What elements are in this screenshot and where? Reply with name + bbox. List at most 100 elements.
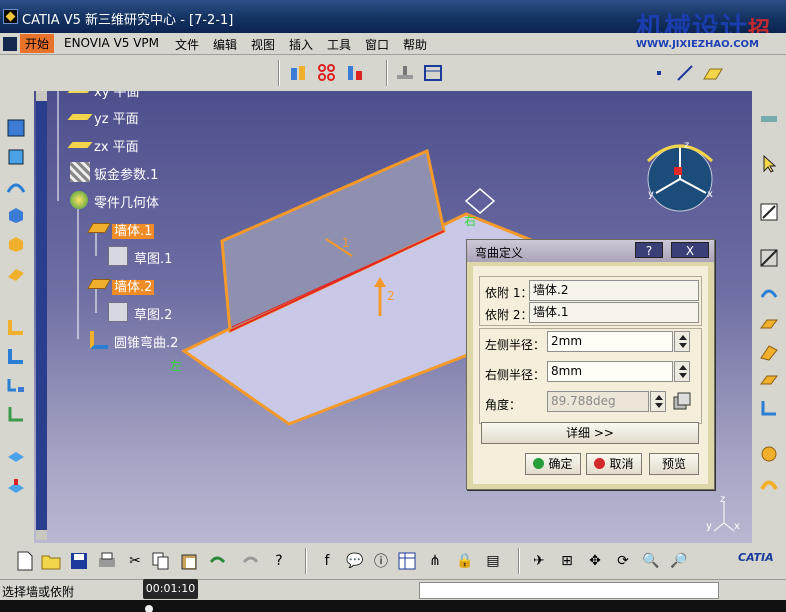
angle-spinner[interactable] xyxy=(650,391,666,412)
unfolding-icon[interactable] xyxy=(5,403,27,425)
menu-enovia[interactable]: ENOVIA V5 VPM xyxy=(64,36,159,50)
right-radius-input[interactable]: 8mm xyxy=(547,361,673,382)
tree-item-conical-bend-2[interactable]: 圆锥弯曲.2 xyxy=(114,332,178,351)
table-icon[interactable] xyxy=(396,550,418,572)
wall-tool-icon[interactable] xyxy=(288,62,310,84)
zoom-out-icon[interactable]: 🔎 xyxy=(668,550,690,572)
scroll-up-arrow[interactable] xyxy=(36,91,47,101)
whats-this-icon[interactable]: ? xyxy=(268,550,290,572)
redo-icon[interactable] xyxy=(240,550,262,572)
menu-insert[interactable]: 插入 xyxy=(289,36,313,53)
save-icon[interactable] xyxy=(68,550,90,572)
line-tool-icon[interactable] xyxy=(674,62,696,84)
fly-icon[interactable]: ✈ xyxy=(528,550,550,572)
dialog-close-button[interactable]: X xyxy=(671,242,709,258)
sheetmetal-param-icon[interactable] xyxy=(70,162,90,182)
graph-icon[interactable]: ⋔ xyxy=(424,550,446,572)
zoom-in-icon[interactable]: 🔍 xyxy=(640,550,662,572)
video-progress-bar[interactable] xyxy=(0,600,786,612)
preview-button[interactable]: 预览 xyxy=(649,453,699,475)
tree-item-wall-1[interactable]: 墙体.1 xyxy=(112,220,155,239)
catia-app-icon[interactable] xyxy=(3,9,18,24)
menu-start[interactable]: 开始 xyxy=(20,34,55,53)
open-file-icon[interactable] xyxy=(40,550,62,572)
tree-scrollbar[interactable] xyxy=(36,91,47,540)
stamp-icon[interactable] xyxy=(5,475,27,497)
details-button[interactable]: 详细 >> xyxy=(481,422,699,444)
menu-help[interactable]: 帮助 xyxy=(403,36,427,53)
sweep-icon[interactable] xyxy=(5,175,27,197)
solid-icon[interactable] xyxy=(5,204,27,226)
tree-item-sheetmetal-param[interactable]: 钣金参数.1 xyxy=(94,164,158,183)
unfold-tool-icon[interactable] xyxy=(394,62,416,84)
tree-item-sketch-2[interactable]: 草图.2 xyxy=(134,304,172,323)
pattern-tool-icon[interactable] xyxy=(316,62,338,84)
swept-wall-icon[interactable] xyxy=(758,397,780,419)
lock-icon[interactable]: 🔒 xyxy=(454,550,476,572)
angle-input[interactable]: 89.788deg xyxy=(547,391,649,412)
stamp-tool-icon[interactable] xyxy=(344,62,366,84)
dialog-title-bar[interactable]: 弯曲定义 ? X xyxy=(467,240,714,262)
conical-bend-tool-icon[interactable] xyxy=(5,345,27,367)
pan-icon[interactable]: ✥ xyxy=(584,550,606,572)
positioned-sketch-icon[interactable] xyxy=(5,146,27,168)
part-body-icon[interactable] xyxy=(70,191,90,209)
sheetmetal-parameters-icon[interactable] xyxy=(758,247,780,269)
tree-item-wall-2[interactable]: 墙体.2 xyxy=(112,276,155,295)
hopper-icon[interactable] xyxy=(5,233,27,255)
right-radius-spinner[interactable] xyxy=(674,361,690,382)
wall-on-edge-icon[interactable] xyxy=(758,341,780,363)
comment-icon[interactable]: 💬 xyxy=(344,550,366,572)
plane-tool-icon[interactable] xyxy=(702,62,724,84)
bend-icon[interactable] xyxy=(5,316,27,338)
wall-icon[interactable] xyxy=(87,275,111,293)
support-1-field[interactable]: 墙体.2 xyxy=(529,280,699,301)
catalog-icon[interactable]: ▤ xyxy=(482,550,504,572)
conical-bend-icon[interactable] xyxy=(90,331,110,349)
menu-tools[interactable]: 工具 xyxy=(327,36,351,53)
ok-button[interactable]: 确定 xyxy=(525,453,581,475)
sketch-icon[interactable] xyxy=(108,302,128,322)
flange-icon[interactable] xyxy=(5,262,27,284)
support-2-field[interactable]: 墙体.1 xyxy=(529,302,699,323)
knowledge-icon[interactable]: ⓘ xyxy=(370,550,392,572)
left-radius-input[interactable]: 2mm xyxy=(547,331,673,352)
rotate-icon[interactable]: ⟳ xyxy=(612,550,634,572)
scroll-down-arrow[interactable] xyxy=(36,530,47,540)
menu-window[interactable]: 窗口 xyxy=(365,36,389,53)
cut-out-icon[interactable] xyxy=(5,446,27,468)
tree-item-xy-plane[interactable]: xy 平面 xyxy=(94,91,140,100)
formula-icon[interactable] xyxy=(671,390,693,412)
video-progress-knob[interactable] xyxy=(145,605,153,612)
menu-file[interactable]: 文件 xyxy=(175,36,199,53)
hopper-wall-icon[interactable] xyxy=(758,473,780,495)
select-arrow-icon[interactable] xyxy=(758,153,780,175)
cut-icon[interactable]: ✂ xyxy=(124,550,146,572)
menu-edit[interactable]: 编辑 xyxy=(213,36,237,53)
sketch-icon[interactable] xyxy=(108,246,128,266)
copy-icon[interactable] xyxy=(150,550,172,572)
formula-tool-icon[interactable]: f xyxy=(316,550,338,572)
plane-icon[interactable] xyxy=(67,108,93,126)
sketch-edit-icon[interactable] xyxy=(758,201,780,223)
bend-from-flat-icon[interactable] xyxy=(5,374,27,396)
fit-all-icon[interactable]: ⊞ xyxy=(556,550,578,572)
measure-icon[interactable] xyxy=(758,107,780,129)
dialog-help-button[interactable]: ? xyxy=(635,242,663,258)
left-radius-spinner[interactable] xyxy=(674,331,690,352)
rolled-wall-icon[interactable] xyxy=(758,443,780,465)
new-file-icon[interactable] xyxy=(14,550,36,572)
extrusion-icon[interactable] xyxy=(758,369,780,391)
tree-item-yz-plane[interactable]: yz 平面 xyxy=(94,108,139,127)
command-input[interactable] xyxy=(419,582,719,599)
start-menu-icon[interactable] xyxy=(3,37,17,51)
plane-icon[interactable] xyxy=(67,91,93,99)
sketcher-icon[interactable] xyxy=(5,117,27,139)
wall-icon[interactable] xyxy=(758,313,780,335)
print-icon[interactable] xyxy=(96,550,118,572)
cancel-button[interactable]: 取消 xyxy=(586,453,642,475)
menu-view[interactable]: 视图 xyxy=(251,36,275,53)
wall-icon[interactable] xyxy=(87,219,111,237)
recognize-icon[interactable] xyxy=(758,281,780,303)
tree-item-part-body[interactable]: 零件几何体 xyxy=(94,192,159,211)
